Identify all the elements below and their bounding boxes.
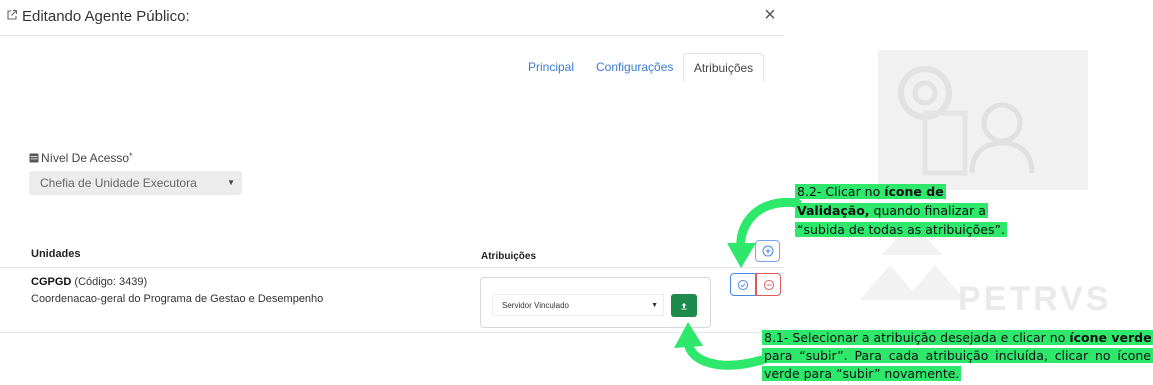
external-link-icon xyxy=(7,9,18,20)
remove-unit-button[interactable] xyxy=(756,273,781,296)
annotation-8-2-prefix: 8.2- Clicar no xyxy=(797,184,885,199)
annotation-8-1-suffix: para “subir”. Para cada atribuição inclu… xyxy=(764,348,1151,381)
nivel-acesso-select[interactable]: Chefia de Unidade Executora ▼ xyxy=(29,171,242,195)
upload-arrow-icon xyxy=(681,302,687,309)
nivel-acesso-label-text: Nível De Acesso xyxy=(41,151,130,165)
nivel-acesso-label: Nível De Acesso* xyxy=(29,151,133,165)
petrvs-watermark-text: PETRVS xyxy=(958,280,1112,318)
check-circle-icon xyxy=(737,279,749,290)
unit-sigla: CGPGD xyxy=(31,276,72,288)
modal-title: Editando Agente Público: xyxy=(22,8,190,25)
database-icon xyxy=(29,153,39,163)
edit-agent-modal: Editando Agente Público: × Principal Con… xyxy=(0,0,784,385)
modal-header: Editando Agente Público: × xyxy=(0,0,784,36)
validate-button[interactable] xyxy=(730,273,756,296)
unit-codigo: (Código: 3439) xyxy=(74,276,148,288)
add-unit-button[interactable] xyxy=(755,240,780,262)
atribuicao-select[interactable]: Servidor Vinculado ▼ xyxy=(492,294,664,316)
atribuicao-box: Servidor Vinculado ▼ xyxy=(480,277,711,328)
tab-principal[interactable]: Principal xyxy=(528,53,574,82)
annotation-step-8-1: 8.1- Selecionar a atribuição desejada e … xyxy=(762,329,1153,383)
chevron-down-icon: ▼ xyxy=(651,302,658,309)
annotation-step-8-2: 8.2- Clicar no ícone de Validação, quand… xyxy=(795,182,1015,239)
unit-code: CGPGD (Código: 3439) xyxy=(31,276,147,288)
plus-circle-icon xyxy=(762,245,773,257)
chevron-down-icon: ▼ xyxy=(227,178,235,187)
table-divider xyxy=(0,332,784,333)
required-mark: * xyxy=(129,151,133,161)
upload-atribuicao-button[interactable] xyxy=(671,294,697,317)
tab-atribuicoes[interactable]: Atribuições xyxy=(683,53,764,82)
close-button[interactable]: × xyxy=(760,4,780,26)
column-header-unidades: Unidades xyxy=(31,248,81,260)
unit-name: Coordenacao-geral do Programa de Gestao … xyxy=(31,293,324,305)
tab-configuracoes[interactable]: Configurações xyxy=(596,53,673,82)
table-divider xyxy=(0,267,784,268)
column-header-atribuicoes: Atribuições xyxy=(481,251,537,262)
annotation-8-1-prefix: 8.1- Selecionar a atribuição desejada e … xyxy=(764,330,1070,345)
atribuicao-value: Servidor Vinculado xyxy=(502,301,570,310)
annotation-8-1-bold: ícone verde xyxy=(1069,330,1152,345)
minus-circle-icon xyxy=(763,279,774,290)
nivel-acesso-value: Chefia de Unidade Executora xyxy=(40,176,197,190)
